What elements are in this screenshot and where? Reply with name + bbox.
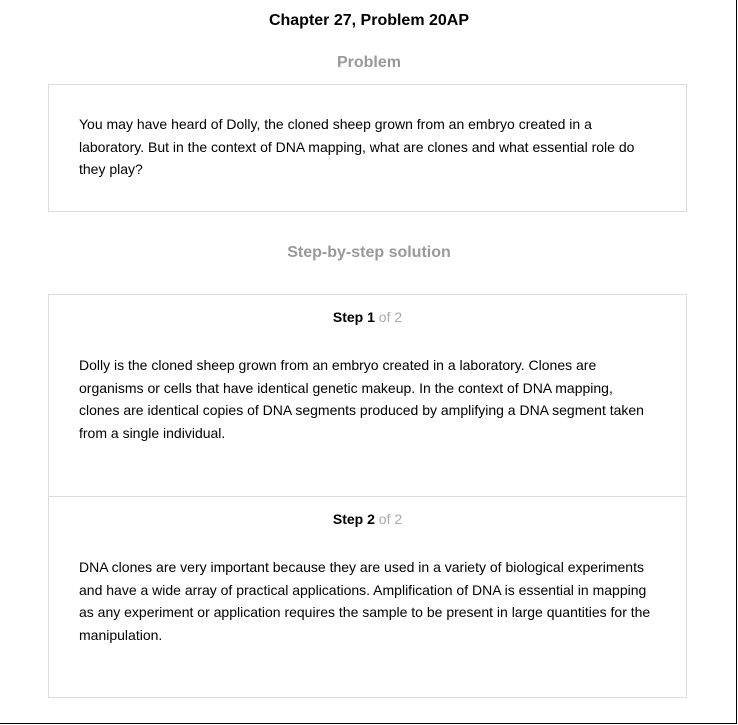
solution-box: Step 1 of 2 Dolly is the cloned sheep gr… [48, 294, 687, 698]
step-1-label: Step 1 [332, 309, 375, 325]
step-2-count: of 2 [378, 511, 403, 527]
solution-heading: Step-by-step solution [287, 244, 451, 261]
problem-box: You may have heard of Dolly, the cloned … [48, 84, 687, 212]
step-1-text: Dolly is the cloned sheep grown from an … [79, 357, 644, 441]
page-title: Chapter 27, Problem 20AP [268, 12, 470, 29]
step-1-header: Step 1 of 2 [49, 308, 686, 326]
problem-text: You may have heard of Dolly, the cloned … [79, 116, 635, 177]
problem-heading: Problem [336, 54, 401, 71]
step-2-header: Step 2 of 2 [49, 510, 686, 528]
step-2-label: Step 2 [332, 511, 375, 527]
step-2: Step 2 of 2 DNA clones are very importan… [49, 496, 686, 698]
step-1-count: of 2 [378, 309, 403, 325]
step-1: Step 1 of 2 Dolly is the cloned sheep gr… [49, 295, 686, 496]
step-2-text: DNA clones are very important because th… [79, 559, 651, 643]
